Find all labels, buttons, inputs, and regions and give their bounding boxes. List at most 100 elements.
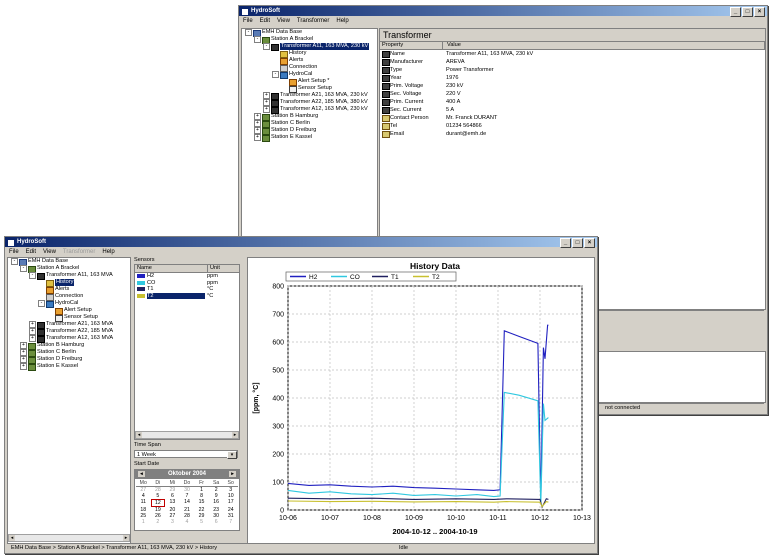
menu-view[interactable]: View [277,16,290,26]
calendar-day[interactable]: 14 [180,499,195,507]
tree-node[interactable]: Alerts [242,57,377,65]
tree-node[interactable]: History [8,279,130,287]
expand-icon[interactable]: + [20,356,27,363]
tree-node[interactable]: - Station A Brackel [8,265,130,273]
calendar-day[interactable]: 3 [165,519,180,525]
tree-horizontal-scrollbar[interactable]: ◂ ▸ [8,534,130,542]
calendar-day[interactable]: 1 [136,519,151,525]
tree-node[interactable]: + Station D Freiburg [242,127,377,135]
property-column-header[interactable]: Property [380,42,443,49]
expand-icon[interactable]: + [29,335,36,342]
time-span-select[interactable]: 1 Week ▾ [134,450,238,459]
tree-node[interactable]: + Station D Freiburg [8,356,130,364]
tree-node[interactable]: Sensor Setup [8,314,130,322]
maximize-button[interactable]: □ [742,7,753,17]
calendar-day[interactable]: 2 [151,519,166,525]
tree-node[interactable]: - Station A Brackel [242,36,377,44]
expand-icon[interactable]: + [254,134,261,141]
close-button[interactable]: × [754,7,765,17]
property-row[interactable]: Contact Person Mr. Franck DURANT [380,114,765,122]
calendar-day[interactable]: 4 [180,519,195,525]
collapse-icon[interactable]: - [245,29,252,36]
menu-help[interactable]: Help [102,247,114,257]
close-button[interactable]: × [584,238,595,248]
expand-icon[interactable]: + [254,127,261,134]
calendar-day[interactable]: 7 [223,519,238,525]
collapse-icon[interactable]: - [29,272,36,279]
tree-node[interactable]: Alert Setup [8,307,130,315]
expand-icon[interactable]: + [20,342,27,349]
sensors-horizontal-scrollbar[interactable]: ◂ ▸ [135,431,239,439]
front-window-titlebar[interactable]: HydroSoft _ □ × [5,237,597,248]
tree-node[interactable]: + Transformer A21, 163 MVA [8,321,130,329]
start-date-calendar[interactable]: ◂ Oktober 2004 ▸ Mo Di Mi Do Fr Sa So 27 28 29 30 1… [134,469,240,531]
tree-node[interactable]: - EMH Data Base [8,258,130,266]
property-row[interactable]: Sec. Voltage 220 V [380,90,765,98]
property-row[interactable]: Email durant@emh.de [380,130,765,138]
tree-node[interactable]: Sensor Setup [242,85,377,93]
expand-icon[interactable]: + [254,113,261,120]
calendar-day[interactable]: 13 [165,499,180,507]
tree-node[interactable]: - Transformer A11, 163 MVA, 230 kV [242,43,377,51]
sensors-table[interactable]: Name Unit H2 ppm CO ppm T1 °C T2 °C [134,264,240,440]
property-row[interactable]: Tel 01234 564866 [380,122,765,130]
expand-icon[interactable]: + [20,349,27,356]
expand-icon[interactable]: + [20,363,27,370]
menu-transformer[interactable]: Transformer [297,16,329,26]
tree-node[interactable]: - HydroCal [8,300,130,308]
tree-node[interactable]: Alert Setup * [242,78,377,86]
tree-node[interactable]: Connection [242,64,377,72]
calendar-next-month-button[interactable]: ▸ [229,471,236,477]
property-row[interactable]: Prim. Voltage 230 kV [380,82,765,90]
tree-node[interactable]: + Station C Berlin [242,120,377,128]
minimize-button[interactable]: _ [730,7,741,17]
sensor-name-column-header[interactable]: Name [135,265,208,272]
menu-file[interactable]: File [9,247,19,257]
menu-edit[interactable]: Edit [26,247,36,257]
collapse-icon[interactable]: - [263,43,270,50]
calendar-day[interactable]: 6 [209,519,224,525]
menu-view[interactable]: View [43,247,56,257]
property-row[interactable]: Type Power Transformer [380,66,765,74]
menu-file[interactable]: File [243,16,253,26]
menu-help[interactable]: Help [336,16,348,26]
tree-node[interactable]: + Transformer A21, 163 MVA, 230 kV [242,92,377,100]
tree-node[interactable]: + Transformer A22, 185 MVA, 380 kV [242,99,377,107]
collapse-icon[interactable]: - [38,300,45,307]
sensor-row[interactable]: T2 °C [135,292,239,299]
tree-node[interactable]: + Transformer A22, 185 MVA [8,328,130,336]
menu-edit[interactable]: Edit [260,16,270,26]
property-row[interactable]: Year 1976 [380,74,765,82]
tree-node[interactable]: + Transformer A12, 163 MVA, 230 kV [242,106,377,114]
expand-icon[interactable]: + [263,106,270,113]
maximize-button[interactable]: □ [572,238,583,248]
scroll-left-arrow[interactable]: ◂ [136,432,142,438]
front-tree-panel[interactable]: - EMH Data Base - Station A Brackel - Transfo… [7,257,131,544]
property-row[interactable]: Name Transformer A11, 163 MVA, 230 kV [380,50,765,58]
tree-node[interactable]: - Transformer A11, 163 MVA [8,272,130,280]
calendar-day[interactable]: 11 [136,499,151,507]
menu-transformer[interactable]: Transformer [63,247,95,257]
scroll-right-arrow[interactable]: ▸ [123,535,129,541]
chevron-down-icon[interactable]: ▾ [227,451,237,459]
calendar-day[interactable]: 16 [209,499,224,507]
calendar-day[interactable]: 5 [194,519,209,525]
tree-node[interactable]: + Station E Kassel [242,134,377,142]
expand-icon[interactable]: + [29,328,36,335]
calendar-day[interactable]: 17 [223,499,238,507]
tree-node[interactable]: Connection [8,293,130,301]
collapse-icon[interactable]: - [20,265,27,272]
tree-node[interactable]: - EMH Data Base [242,29,377,37]
tree-node[interactable]: + Station B Hamburg [242,113,377,121]
sensor-unit-column-header[interactable]: Unit [208,265,239,272]
property-row[interactable]: Prim. Current 400 A [380,98,765,106]
scroll-left-arrow[interactable]: ◂ [9,535,15,541]
expand-icon[interactable]: + [263,92,270,99]
tree-node[interactable]: History [242,50,377,58]
tree-node[interactable]: Alerts [8,286,130,294]
collapse-icon[interactable]: - [272,71,279,78]
collapse-icon[interactable]: - [11,258,18,265]
calendar-day[interactable]: 12 [150,499,166,507]
minimize-button[interactable]: _ [560,238,571,248]
tree-node[interactable]: - HydroCal [242,71,377,79]
